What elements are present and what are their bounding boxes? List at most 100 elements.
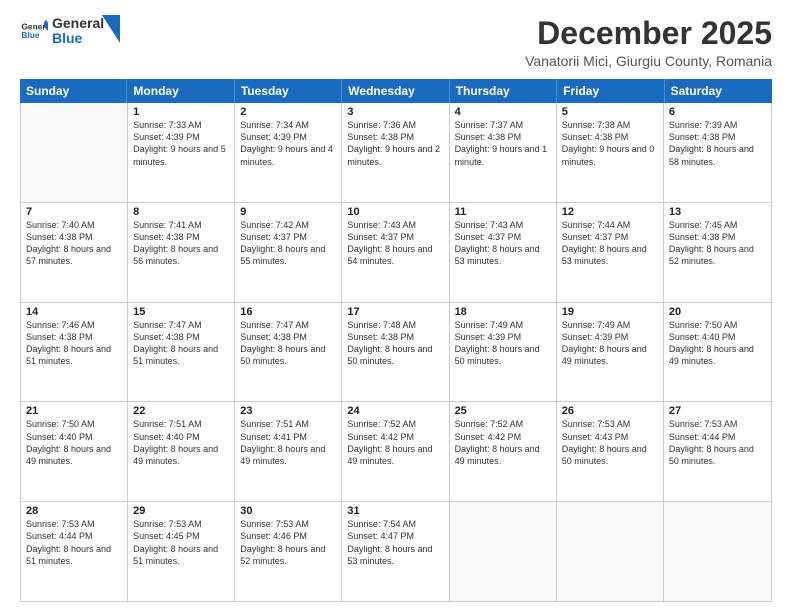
cell-info: Sunrise: 7:53 AM Sunset: 4:44 PM Dayligh… [26,518,122,567]
day-number: 21 [26,405,122,417]
title-block: December 2025 Vanatorii Mici, Giurgiu Co… [525,16,772,69]
cell-info: Sunrise: 7:51 AM Sunset: 4:40 PM Dayligh… [133,418,229,467]
cell-info: Sunrise: 7:53 AM Sunset: 4:43 PM Dayligh… [562,418,658,467]
cell-info: Sunrise: 7:53 AM Sunset: 4:45 PM Dayligh… [133,518,229,567]
calendar-body: 1Sunrise: 7:33 AM Sunset: 4:39 PM Daylig… [20,103,772,602]
day-number: 10 [347,206,443,218]
day-number: 20 [669,306,766,318]
cell-info: Sunrise: 7:46 AM Sunset: 4:38 PM Dayligh… [26,319,122,368]
cell-info: Sunrise: 7:52 AM Sunset: 4:42 PM Dayligh… [455,418,551,467]
calendar-header: SundayMondayTuesdayWednesdayThursdayFrid… [20,79,772,103]
calendar-cell: 15Sunrise: 7:47 AM Sunset: 4:38 PM Dayli… [128,303,235,402]
day-number: 1 [133,106,229,118]
logo-triangle-icon [102,15,120,43]
cell-info: Sunrise: 7:49 AM Sunset: 4:39 PM Dayligh… [455,319,551,368]
calendar-row-2: 14Sunrise: 7:46 AM Sunset: 4:38 PM Dayli… [21,303,771,403]
cell-info: Sunrise: 7:37 AM Sunset: 4:38 PM Dayligh… [455,119,551,168]
day-number: 12 [562,206,658,218]
header-day-tuesday: Tuesday [235,79,342,103]
calendar-cell: 25Sunrise: 7:52 AM Sunset: 4:42 PM Dayli… [450,402,557,501]
cell-info: Sunrise: 7:52 AM Sunset: 4:42 PM Dayligh… [347,418,443,467]
calendar-cell: 3Sunrise: 7:36 AM Sunset: 4:38 PM Daylig… [342,103,449,202]
cell-info: Sunrise: 7:43 AM Sunset: 4:37 PM Dayligh… [347,219,443,268]
calendar-cell: 13Sunrise: 7:45 AM Sunset: 4:38 PM Dayli… [664,203,771,302]
cell-info: Sunrise: 7:54 AM Sunset: 4:47 PM Dayligh… [347,518,443,567]
calendar-cell [21,103,128,202]
day-number: 2 [240,106,336,118]
header-day-monday: Monday [127,79,234,103]
cell-info: Sunrise: 7:47 AM Sunset: 4:38 PM Dayligh… [240,319,336,368]
header-day-thursday: Thursday [450,79,557,103]
header-day-saturday: Saturday [665,79,772,103]
calendar-cell: 5Sunrise: 7:38 AM Sunset: 4:38 PM Daylig… [557,103,664,202]
cell-info: Sunrise: 7:39 AM Sunset: 4:38 PM Dayligh… [669,119,766,168]
cell-info: Sunrise: 7:50 AM Sunset: 4:40 PM Dayligh… [669,319,766,368]
day-number: 16 [240,306,336,318]
cell-info: Sunrise: 7:49 AM Sunset: 4:39 PM Dayligh… [562,319,658,368]
day-number: 19 [562,306,658,318]
calendar-cell: 8Sunrise: 7:41 AM Sunset: 4:38 PM Daylig… [128,203,235,302]
calendar-cell: 9Sunrise: 7:42 AM Sunset: 4:37 PM Daylig… [235,203,342,302]
calendar-cell: 12Sunrise: 7:44 AM Sunset: 4:37 PM Dayli… [557,203,664,302]
day-number: 23 [240,405,336,417]
day-number: 13 [669,206,766,218]
day-number: 31 [347,505,443,517]
calendar-cell: 4Sunrise: 7:37 AM Sunset: 4:38 PM Daylig… [450,103,557,202]
day-number: 5 [562,106,658,118]
calendar-cell: 14Sunrise: 7:46 AM Sunset: 4:38 PM Dayli… [21,303,128,402]
calendar-cell: 7Sunrise: 7:40 AM Sunset: 4:38 PM Daylig… [21,203,128,302]
day-number: 7 [26,206,122,218]
day-number: 17 [347,306,443,318]
calendar: SundayMondayTuesdayWednesdayThursdayFrid… [20,79,772,602]
svg-text:Blue: Blue [21,30,39,40]
calendar-cell [557,502,664,601]
day-number: 8 [133,206,229,218]
cell-info: Sunrise: 7:34 AM Sunset: 4:39 PM Dayligh… [240,119,336,168]
calendar-cell [664,502,771,601]
calendar-cell: 24Sunrise: 7:52 AM Sunset: 4:42 PM Dayli… [342,402,449,501]
day-number: 3 [347,106,443,118]
day-number: 25 [455,405,551,417]
calendar-cell: 22Sunrise: 7:51 AM Sunset: 4:40 PM Dayli… [128,402,235,501]
cell-info: Sunrise: 7:48 AM Sunset: 4:38 PM Dayligh… [347,319,443,368]
calendar-cell: 11Sunrise: 7:43 AM Sunset: 4:37 PM Dayli… [450,203,557,302]
logo-general-text: General [52,16,104,31]
calendar-cell: 31Sunrise: 7:54 AM Sunset: 4:47 PM Dayli… [342,502,449,601]
calendar-cell: 6Sunrise: 7:39 AM Sunset: 4:38 PM Daylig… [664,103,771,202]
calendar-cell: 27Sunrise: 7:53 AM Sunset: 4:44 PM Dayli… [664,402,771,501]
day-number: 27 [669,405,766,417]
page-header: General Blue General Blue December 2025 … [20,16,772,69]
day-number: 28 [26,505,122,517]
calendar-cell: 26Sunrise: 7:53 AM Sunset: 4:43 PM Dayli… [557,402,664,501]
cell-info: Sunrise: 7:45 AM Sunset: 4:38 PM Dayligh… [669,219,766,268]
cell-info: Sunrise: 7:50 AM Sunset: 4:40 PM Dayligh… [26,418,122,467]
logo-icon: General Blue [20,17,48,45]
day-number: 6 [669,106,766,118]
calendar-cell: 30Sunrise: 7:53 AM Sunset: 4:46 PM Dayli… [235,502,342,601]
cell-info: Sunrise: 7:44 AM Sunset: 4:37 PM Dayligh… [562,219,658,268]
calendar-cell: 19Sunrise: 7:49 AM Sunset: 4:39 PM Dayli… [557,303,664,402]
calendar-cell: 29Sunrise: 7:53 AM Sunset: 4:45 PM Dayli… [128,502,235,601]
cell-info: Sunrise: 7:33 AM Sunset: 4:39 PM Dayligh… [133,119,229,168]
cell-info: Sunrise: 7:47 AM Sunset: 4:38 PM Dayligh… [133,319,229,368]
calendar-cell: 18Sunrise: 7:49 AM Sunset: 4:39 PM Dayli… [450,303,557,402]
month-title: December 2025 [525,16,772,51]
logo: General Blue General Blue [20,16,120,47]
header-day-friday: Friday [557,79,664,103]
cell-info: Sunrise: 7:51 AM Sunset: 4:41 PM Dayligh… [240,418,336,467]
header-day-wednesday: Wednesday [342,79,449,103]
day-number: 14 [26,306,122,318]
day-number: 18 [455,306,551,318]
cell-info: Sunrise: 7:38 AM Sunset: 4:38 PM Dayligh… [562,119,658,168]
page-container: General Blue General Blue December 2025 … [0,0,792,612]
calendar-cell: 16Sunrise: 7:47 AM Sunset: 4:38 PM Dayli… [235,303,342,402]
calendar-cell: 10Sunrise: 7:43 AM Sunset: 4:37 PM Dayli… [342,203,449,302]
header-day-sunday: Sunday [20,79,127,103]
day-number: 29 [133,505,229,517]
cell-info: Sunrise: 7:41 AM Sunset: 4:38 PM Dayligh… [133,219,229,268]
day-number: 30 [240,505,336,517]
cell-info: Sunrise: 7:42 AM Sunset: 4:37 PM Dayligh… [240,219,336,268]
day-number: 4 [455,106,551,118]
day-number: 26 [562,405,658,417]
cell-info: Sunrise: 7:53 AM Sunset: 4:46 PM Dayligh… [240,518,336,567]
